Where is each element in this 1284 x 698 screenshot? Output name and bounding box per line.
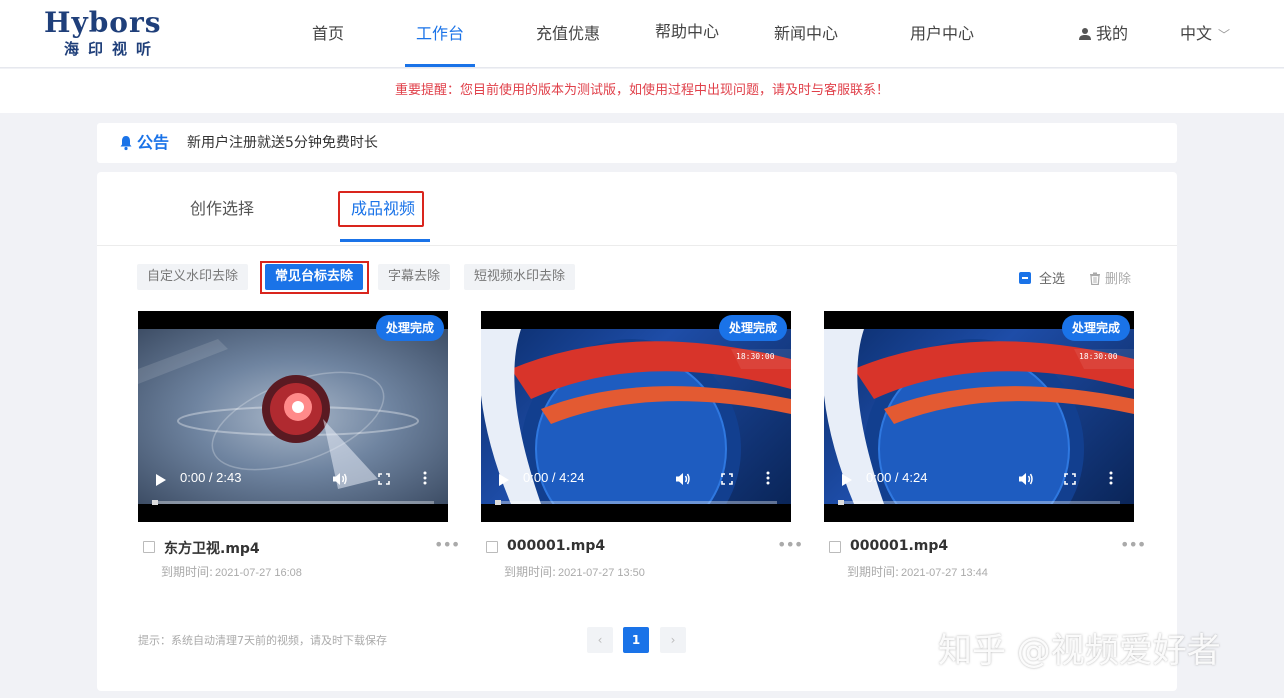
status-badge: 处理完成 — [375, 315, 444, 341]
chevron-down-icon: ﹀ — [1218, 28, 1231, 42]
fullscreen-icon[interactable] — [1064, 473, 1076, 485]
video-controls: 0:00 / 2:43 — [138, 466, 448, 496]
logo-text-cn: 海印视听 — [64, 40, 161, 58]
video-controls: 0:00 / 4:24 — [481, 466, 791, 496]
filter-custom-watermark[interactable]: 自定义水印去除 — [137, 264, 249, 290]
thumbnail-clock: 18:30:00 — [736, 352, 775, 361]
nav-news[interactable]: 新闻中心 — [774, 0, 838, 68]
announcement-title: 公告 — [137, 133, 170, 152]
progress-knob[interactable] — [152, 500, 158, 505]
status-badge: 处理完成 — [718, 315, 787, 341]
more-horizontal-icon[interactable]: ••• — [1120, 537, 1146, 553]
video-meta: 000001.mp4 到期时间: 2021-07-27 13:44 ••• — [824, 522, 1146, 582]
more-horizontal-icon[interactable]: ••• — [434, 537, 460, 553]
expire-label: 到期时间: — [847, 565, 900, 579]
filter-short-video-watermark[interactable]: 短视频水印去除 — [464, 264, 576, 290]
video-player[interactable]: 18:30:00 处理完成 0:00 / 4:24 — [481, 311, 791, 522]
top-navbar: Hybors 海印视听 首页 工作台 充值优惠 帮助中心 新闻中心 用户中心 我… — [0, 0, 1284, 68]
announcement-bar: 公告 新用户注册就送5分钟免费时长 — [97, 123, 1177, 163]
mine-menu[interactable]: 我的 — [1078, 0, 1128, 68]
video-progress-bar[interactable] — [495, 500, 777, 505]
nav-user-center[interactable]: 用户中心 — [910, 0, 974, 68]
bell-icon — [120, 136, 132, 151]
test-version-notice: 重要提醒：您目前使用的版本为测试版，如使用过程中出现问题，请及时与客服联系！ — [0, 69, 1284, 113]
tab-highlight-box — [338, 191, 424, 227]
volume-icon[interactable] — [1018, 472, 1034, 486]
video-expire-time: 到期时间: 2021-07-27 13:44 — [847, 563, 988, 580]
brand-logo[interactable]: Hybors 海印视听 — [44, 6, 194, 60]
expire-date: 2021-07-27 13:50 — [558, 567, 645, 579]
video-expire-time: 到期时间: 2021-07-27 13:50 — [504, 563, 645, 580]
announcement-text: 新用户注册就送5分钟免费时长 — [187, 135, 378, 151]
nav-recharge[interactable]: 充值优惠 — [536, 0, 600, 68]
logo-text-en: Hybors — [44, 6, 162, 39]
pagination-prev[interactable]: ‹ — [587, 627, 613, 653]
play-icon[interactable] — [842, 474, 852, 486]
volume-icon[interactable] — [332, 472, 348, 486]
nav-home[interactable]: 首页 — [312, 0, 344, 68]
cleanup-tip: 提示：系统自动清理7天前的视频，请及时下载保存 — [138, 634, 387, 647]
more-horizontal-icon[interactable]: ••• — [777, 537, 803, 553]
play-icon[interactable] — [499, 474, 509, 486]
user-icon — [1079, 28, 1091, 40]
nav-help[interactable]: 帮助中心 — [655, 0, 719, 66]
video-checkbox[interactable] — [829, 541, 841, 553]
video-card: 处理完成 0:00 / 2:43 东方卫视.mp4 到期时间: 2021-07-2… — [138, 311, 460, 582]
filter-highlight-box — [260, 261, 369, 294]
video-player[interactable]: 18:30:00 处理完成 0:00 / 4:24 — [824, 311, 1134, 522]
video-progress-bar[interactable] — [152, 500, 434, 505]
trash-icon — [1090, 272, 1100, 286]
delete-label: 删除 — [1105, 272, 1132, 287]
video-filename: 000001.mp4 — [507, 538, 606, 554]
video-expire-time: 到期时间: 2021-07-27 16:08 — [161, 563, 302, 580]
mine-label: 我的 — [1096, 24, 1129, 43]
video-controls: 0:00 / 4:24 — [824, 466, 1134, 496]
expire-label: 到期时间: — [504, 565, 557, 579]
tab-active-underline — [340, 239, 430, 242]
delete-button[interactable]: 删除 — [1089, 268, 1131, 287]
expire-label: 到期时间: — [161, 565, 214, 579]
main-panel: 创作选择 成品视频 自定义水印去除 常见台标去除 字幕去除 短视频水印去除 全选… — [97, 172, 1177, 691]
more-vertical-icon[interactable] — [423, 470, 427, 486]
more-vertical-icon[interactable] — [1109, 470, 1113, 486]
select-all-label: 全选 — [1039, 272, 1066, 287]
video-filename: 000001.mp4 — [850, 538, 949, 554]
expire-date: 2021-07-27 16:08 — [215, 567, 302, 579]
video-time: 0:00 / 4:24 — [523, 470, 585, 485]
video-card: 18:30:00 处理完成 0:00 / 4:24 000001.mp4 到期时… — [824, 311, 1146, 582]
play-icon[interactable] — [156, 474, 166, 486]
thumbnail-clock: 18:30:00 — [1079, 352, 1118, 361]
volume-icon[interactable] — [675, 472, 691, 486]
select-all-checkbox[interactable]: 全选 — [1019, 268, 1065, 287]
source-watermark: 知乎 @视频爱好者 — [938, 631, 1221, 671]
more-vertical-icon[interactable] — [766, 470, 770, 486]
status-badge: 处理完成 — [1061, 315, 1130, 341]
video-time: 0:00 / 2:43 — [180, 470, 242, 485]
video-filename: 东方卫视.mp4 — [164, 541, 260, 557]
video-meta: 东方卫视.mp4 到期时间: 2021-07-27 16:08 ••• — [138, 522, 460, 582]
video-card: 18:30:00 处理完成 0:00 / 4:24 000001.mp4 到期时… — [481, 311, 803, 582]
video-meta: 000001.mp4 到期时间: 2021-07-27 13:50 ••• — [481, 522, 803, 582]
checkbox-indeterminate-icon — [1019, 272, 1031, 284]
video-progress-bar[interactable] — [838, 500, 1120, 505]
language-label: 中文 — [1180, 24, 1213, 43]
pagination-page[interactable]: 1 — [623, 627, 649, 653]
video-checkbox[interactable] — [143, 541, 155, 553]
fullscreen-icon[interactable] — [378, 473, 390, 485]
progress-knob[interactable] — [495, 500, 501, 505]
filter-subtitle[interactable]: 字幕去除 — [378, 264, 451, 290]
nav-active-underline — [405, 64, 475, 67]
video-checkbox[interactable] — [486, 541, 498, 553]
video-player[interactable]: 处理完成 0:00 / 2:43 — [138, 311, 448, 522]
nav-workbench[interactable]: 工作台 — [416, 0, 464, 68]
tab-divider — [97, 245, 1177, 246]
expire-date: 2021-07-27 13:44 — [901, 567, 988, 579]
tab-creation[interactable]: 创作选择 — [190, 190, 254, 228]
progress-knob[interactable] — [838, 500, 844, 505]
pagination-next[interactable]: › — [660, 627, 686, 653]
language-select[interactable]: 中文 ﹀ — [1180, 0, 1230, 68]
video-time: 0:00 / 4:24 — [866, 470, 928, 485]
fullscreen-icon[interactable] — [721, 473, 733, 485]
